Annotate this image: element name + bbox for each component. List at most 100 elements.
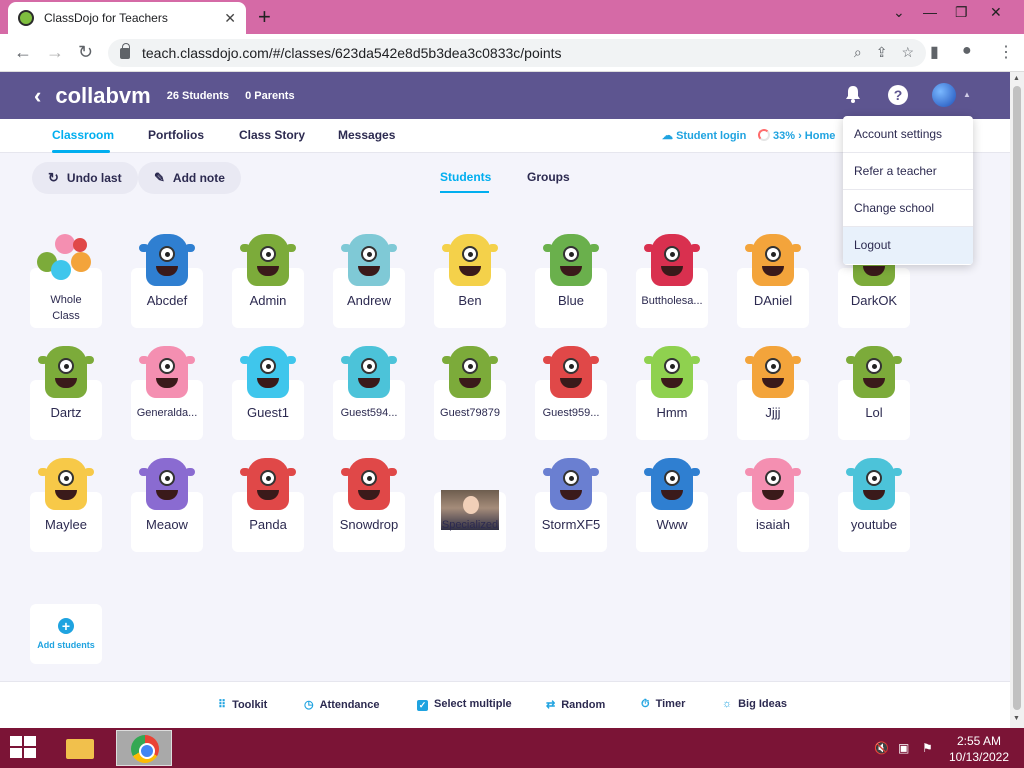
student-avatar-monster[interactable] [139,234,195,286]
back-chevron-icon[interactable]: ‹ [34,83,41,109]
minimize-button[interactable]: — [923,4,937,20]
new-tab-button[interactable]: + [258,4,271,30]
students-count[interactable]: 26 Students [167,90,229,102]
random-label: Random [561,699,606,711]
pencil-icon: ✎ [154,170,165,185]
menu-item-account-settings[interactable]: Account settings [843,116,973,153]
groups-view-toggle[interactable]: Groups [527,170,570,184]
student-name: Www [656,517,688,532]
profile-icon[interactable]: ● [962,42,972,60]
student-avatar-monster[interactable] [644,458,700,510]
big-ideas-button[interactable]: ☼ Big Ideas [722,698,787,710]
whole-class-avatar[interactable] [37,234,95,286]
help-icon[interactable]: ? [888,85,908,105]
close-window-button[interactable]: ✕ [990,4,1002,21]
page-scrollbar[interactable]: ▲ ▼ [1010,72,1024,728]
student-avatar-monster[interactable] [139,458,195,510]
student-name: Guest1 [247,405,289,420]
account-avatar[interactable] [932,83,956,107]
add-note-button[interactable]: ✎ Add note [138,162,241,194]
notification-bell-icon[interactable] [845,85,861,103]
reload-icon[interactable]: ↻ [78,42,93,63]
caret-down-icon[interactable]: ▲ [963,90,971,99]
student-avatar-monster[interactable] [442,346,498,398]
action-center-icon[interactable]: ⚑ [922,741,933,755]
student-avatar-monster[interactable] [240,234,296,286]
scroll-up-icon[interactable]: ▲ [1013,75,1020,82]
share-icon[interactable]: ⇪ [876,44,888,61]
student-avatar-monster[interactable] [341,346,397,398]
tab-portfolios[interactable]: Portfolios [148,128,204,142]
student-avatar-monster[interactable] [745,458,801,510]
student-login-link[interactable]: ☁ Student login [662,129,746,142]
tab-messages[interactable]: Messages [338,128,395,142]
student-avatar-monster[interactable] [543,458,599,510]
student-avatar-monster[interactable] [846,458,902,510]
file-explorer-icon[interactable] [60,731,100,765]
menu-item-refer-a-teacher[interactable]: Refer a teacher [843,153,973,190]
parents-count[interactable]: 0 Parents [245,90,295,102]
taskbar-clock[interactable]: 2:55 AM 10/13/2022 [944,733,1014,765]
attendance-button[interactable]: ◷ Attendance [304,698,380,711]
select-multiple-label: Select multiple [434,698,512,710]
undo-last-button[interactable]: ↻ Undo last [32,162,138,194]
scroll-down-icon[interactable]: ▼ [1013,715,1020,722]
student-name: StormXF5 [541,517,601,532]
student-avatar-monster[interactable] [846,346,902,398]
scroll-thumb[interactable] [1013,86,1021,710]
chrome-icon [131,735,159,763]
student-name: Meaow [146,517,188,532]
student-avatar-monster[interactable] [38,458,94,510]
student-avatar-monster[interactable] [139,346,195,398]
address-bar[interactable]: teach.classdojo.com/#/classes/623da542e8… [108,39,926,67]
active-tab-indicator [52,150,110,153]
classdojo-favicon-icon [18,10,34,26]
menu-item-change-school[interactable]: Change school [843,190,973,227]
forward-arrow-icon[interactable]: → [46,42,64,63]
tab-close-icon[interactable]: ✕ [224,10,236,27]
menu-item-logout[interactable]: Logout [843,227,973,264]
add-students-label: Add students [37,640,95,650]
tab-classroom[interactable]: Classroom [52,128,114,142]
student-name: Guest959... [542,407,600,419]
student-avatar-monster[interactable] [442,234,498,286]
toolkit-button[interactable]: ⠿ Toolkit [218,698,267,711]
side-panel-icon[interactable]: ▮ [930,42,939,62]
student-name: Buttholesa... [641,295,703,307]
student-avatar-monster[interactable] [341,234,397,286]
restore-button[interactable]: ❐ [955,4,968,21]
browser-tab[interactable]: ClassDojo for Teachers ✕ [8,2,246,34]
student-avatar-monster[interactable] [543,346,599,398]
zoom-icon[interactable]: ⌕ [854,44,862,61]
tab-search-button[interactable]: ⌄ [893,4,905,21]
network-icon[interactable]: ▣ [898,741,909,755]
student-name: Admin [249,293,287,308]
timer-button[interactable]: ⏱ Timer [641,698,685,711]
tab-class-story[interactable]: Class Story [239,128,305,142]
student-avatar-monster[interactable] [745,346,801,398]
student-avatar-monster[interactable] [543,234,599,286]
chrome-menu-icon[interactable]: ⋮ [998,42,1014,62]
student-avatar-monster[interactable] [341,458,397,510]
chrome-taskbar-button[interactable] [116,730,172,766]
random-button[interactable]: ⇄ Random [546,698,605,711]
student-avatar-monster[interactable] [240,346,296,398]
student-avatar-monster[interactable] [644,234,700,286]
clock-date: 10/13/2022 [948,750,1010,764]
student-name: Abcdef [146,293,188,308]
add-students-button[interactable]: + Add students [30,604,102,664]
student-avatar-monster[interactable] [38,346,94,398]
windows-start-icon[interactable] [10,736,38,760]
student-avatar-monster[interactable] [240,458,296,510]
student-name: Ben [458,293,482,308]
student-avatar-monster[interactable] [644,346,700,398]
bookmark-star-icon[interactable]: ☆ [901,44,914,61]
grid-dots-icon: ⠿ [218,699,227,711]
back-arrow-icon[interactable]: ← [14,42,32,63]
select-multiple-button[interactable]: ✓ Select multiple [417,698,512,711]
students-view-toggle[interactable]: Students [440,170,491,184]
volume-muted-icon[interactable]: 🔇 [874,741,889,755]
home-progress-link[interactable]: 33% › Home [758,129,835,142]
student-name: Panda [249,517,287,532]
student-avatar-monster[interactable] [745,234,801,286]
